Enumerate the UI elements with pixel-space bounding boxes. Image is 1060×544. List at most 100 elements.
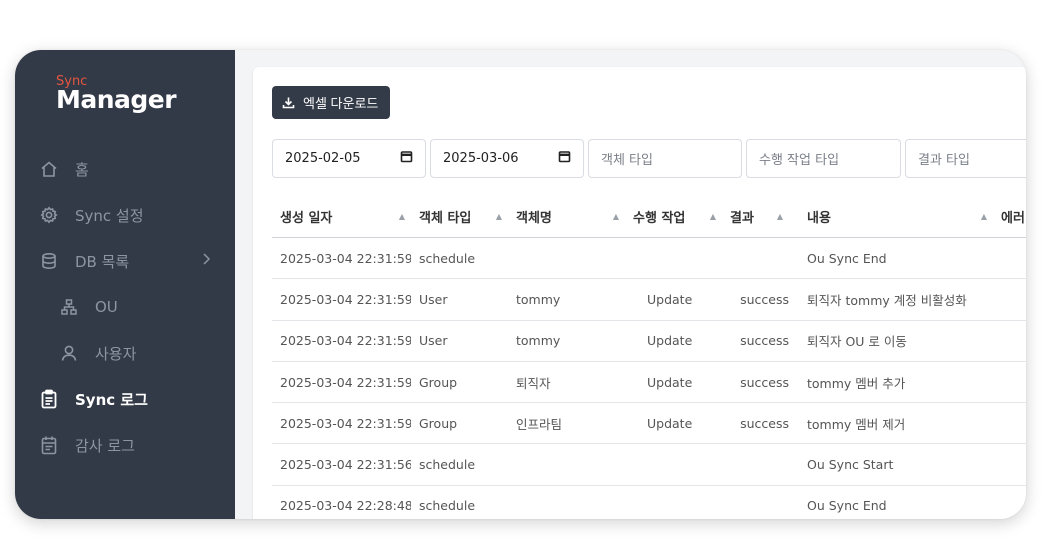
cell-content: tommy 멤버 제거 <box>807 416 906 432</box>
sidebar-item-label: Sync 설정 <box>75 206 144 225</box>
logo: Sync Manager <box>56 75 177 114</box>
object-type-select[interactable]: 객체 타입 <box>588 139 742 178</box>
main-content: 엑셀 다운로드 2025-02-05 2025-03-06 객체 타입 수행 작… <box>235 50 1026 519</box>
user-icon <box>59 343 79 363</box>
excel-download-label: 엑셀 다운로드 <box>303 96 379 111</box>
sidebar-item-label: DB 목록 <box>75 252 130 271</box>
sidebar-item-label: 사용자 <box>95 344 137 363</box>
sitemap-icon <box>59 297 79 317</box>
table-row[interactable]: 2025-03-04 22:31:59 Group 퇴직자 Update success… <box>272 362 1026 404</box>
calendar-picker-icon[interactable] <box>400 150 413 167</box>
sync-log-table: 생성 일자 ▲ 객체 타입 ▲ 객체명 ▲ 수행 작업 ▲ 결과 ▲ 내용 ▲ 에러 202… <box>272 195 1026 519</box>
sort-asc-icon[interactable]: ▲ <box>613 212 619 221</box>
cell-created-at: 2025-03-04 22:28:48 <box>280 498 411 514</box>
sort-asc-icon[interactable]: ▲ <box>981 212 987 221</box>
cell-object-type: schedule <box>419 250 476 266</box>
col-header-error[interactable]: 에러 <box>993 207 1026 226</box>
calendar-picker-icon[interactable] <box>558 150 571 167</box>
logo-manager-text: Manager <box>56 85 177 114</box>
table-row[interactable]: 2025-03-04 22:31:59 User tommy Update succes… <box>272 279 1026 321</box>
cell-object-name: tommy <box>516 333 561 349</box>
sidebar-item-label: 홈 <box>75 160 89 179</box>
table-header: 생성 일자 ▲ 객체 타입 ▲ 객체명 ▲ 수행 작업 ▲ 결과 ▲ 내용 ▲ 에러 <box>272 195 1026 238</box>
gear-icon <box>39 205 59 225</box>
database-icon <box>39 251 59 271</box>
object-type-placeholder: 객체 타입 <box>601 153 653 168</box>
cell-object-name: tommy <box>516 291 561 307</box>
action-type-placeholder: 수행 작업 타입 <box>759 153 840 168</box>
app-window: Sync Manager 홈 Sync 설정 DB 목록 OU 사용자 Sync… <box>15 50 1026 519</box>
sidebar-item-audit-log[interactable]: 감사 로그 <box>15 422 235 468</box>
sidebar-item-sync-log[interactable]: Sync 로그 <box>15 376 235 422</box>
col-header-created-at[interactable]: 생성 일자 ▲ <box>272 207 411 226</box>
cell-created-at: 2025-03-04 22:31:59 <box>280 415 411 431</box>
sort-asc-icon[interactable]: ▲ <box>777 212 783 221</box>
table-row[interactable]: 2025-03-04 22:31:59 Group 인프라팀 Update succes… <box>272 403 1026 445</box>
end-date-input[interactable]: 2025-03-06 <box>430 139 584 178</box>
cell-result: success <box>740 415 789 431</box>
sidebar-item-label: 감사 로그 <box>75 436 135 455</box>
cell-content: 퇴직자 OU 로 이동 <box>807 334 907 350</box>
col-header-action[interactable]: 수행 작업 ▲ <box>625 207 722 226</box>
excel-download-button[interactable]: 엑셀 다운로드 <box>272 86 391 119</box>
col-header-content[interactable]: 내용 ▲ <box>789 207 993 226</box>
cell-object-type: Group <box>419 374 458 390</box>
cell-created-at: 2025-03-04 22:31:56 <box>280 457 411 473</box>
table-row[interactable]: 2025-03-04 22:31:56 schedule Ou Sync Start <box>272 444 1026 486</box>
download-icon <box>282 96 295 109</box>
sort-asc-icon[interactable]: ▲ <box>399 212 405 221</box>
cell-action: Update <box>647 291 693 307</box>
cell-action: Update <box>647 415 693 431</box>
sort-asc-icon[interactable]: ▲ <box>710 212 716 221</box>
table-row[interactable]: 2025-03-04 22:31:59 schedule Ou Sync End <box>272 238 1026 280</box>
cell-created-at: 2025-03-04 22:31:59 <box>280 374 411 390</box>
chevron-right-icon <box>201 252 211 270</box>
cell-object-name: 퇴직자 <box>516 375 551 391</box>
cell-created-at: 2025-03-04 22:31:59 <box>280 333 411 349</box>
sidebar-item-users[interactable]: 사용자 <box>15 330 235 376</box>
cell-created-at: 2025-03-04 22:31:59 <box>280 250 411 266</box>
sort-asc-icon[interactable]: ▲ <box>496 212 502 221</box>
cell-content: Ou Sync End <box>807 250 887 266</box>
col-header-object-type[interactable]: 객체 타입 ▲ <box>411 207 508 226</box>
cell-object-type: Group <box>419 415 458 431</box>
cell-content: Ou Sync End <box>807 498 887 514</box>
clipboard-icon <box>39 389 59 409</box>
cell-content: 퇴직자 tommy 계정 비활성화 <box>807 292 967 308</box>
cell-object-type: schedule <box>419 498 476 514</box>
sidebar-item-ou[interactable]: OU <box>15 284 235 330</box>
result-type-select[interactable]: 결과 타입 <box>905 139 1026 178</box>
table-row[interactable]: 2025-03-04 22:28:48 schedule Ou Sync End <box>272 486 1026 519</box>
start-date-input[interactable]: 2025-02-05 <box>272 139 426 178</box>
cell-object-type: schedule <box>419 457 476 473</box>
result-type-placeholder: 결과 타입 <box>918 153 970 168</box>
col-header-result[interactable]: 결과 ▲ <box>722 207 789 226</box>
cell-content: Ou Sync Start <box>807 457 894 473</box>
sidebar-item-db-list[interactable]: DB 목록 <box>15 238 235 284</box>
table-body: 2025-03-04 22:31:59 schedule Ou Sync End 20… <box>272 238 1026 519</box>
end-date-value: 2025-03-06 <box>443 151 519 166</box>
cell-result: success <box>740 374 789 390</box>
calendar-icon <box>39 435 59 455</box>
cell-object-name: 인프라팀 <box>516 416 563 432</box>
home-icon <box>39 159 59 179</box>
sidebar-item-label: OU <box>95 298 118 316</box>
filter-bar: 2025-02-05 2025-03-06 객체 타입 수행 작업 타입 결과 … <box>272 139 1026 178</box>
action-type-select[interactable]: 수행 작업 타입 <box>746 139 901 178</box>
col-header-object-name[interactable]: 객체명 ▲ <box>508 207 625 226</box>
sidebar-item-home[interactable]: 홈 <box>15 146 235 192</box>
cell-object-type: User <box>419 333 448 349</box>
sidebar-nav: 홈 Sync 설정 DB 목록 OU 사용자 Sync 로그 감사 로그 <box>15 146 235 468</box>
sidebar-item-sync-settings[interactable]: Sync 설정 <box>15 192 235 238</box>
start-date-value: 2025-02-05 <box>285 151 361 166</box>
cell-created-at: 2025-03-04 22:31:59 <box>280 291 411 307</box>
cell-action: Update <box>647 374 693 390</box>
cell-content: tommy 멤버 추가 <box>807 375 906 391</box>
cell-result: success <box>740 291 789 307</box>
sidebar: Sync Manager 홈 Sync 설정 DB 목록 OU 사용자 Sync… <box>15 50 235 519</box>
cell-action: Update <box>647 333 693 349</box>
table-row[interactable]: 2025-03-04 22:31:59 User tommy Update succes… <box>272 321 1026 362</box>
log-card: 엑셀 다운로드 2025-02-05 2025-03-06 객체 타입 수행 작… <box>253 67 1026 519</box>
cell-result: success <box>740 333 789 349</box>
sidebar-item-label: Sync 로그 <box>75 390 148 409</box>
